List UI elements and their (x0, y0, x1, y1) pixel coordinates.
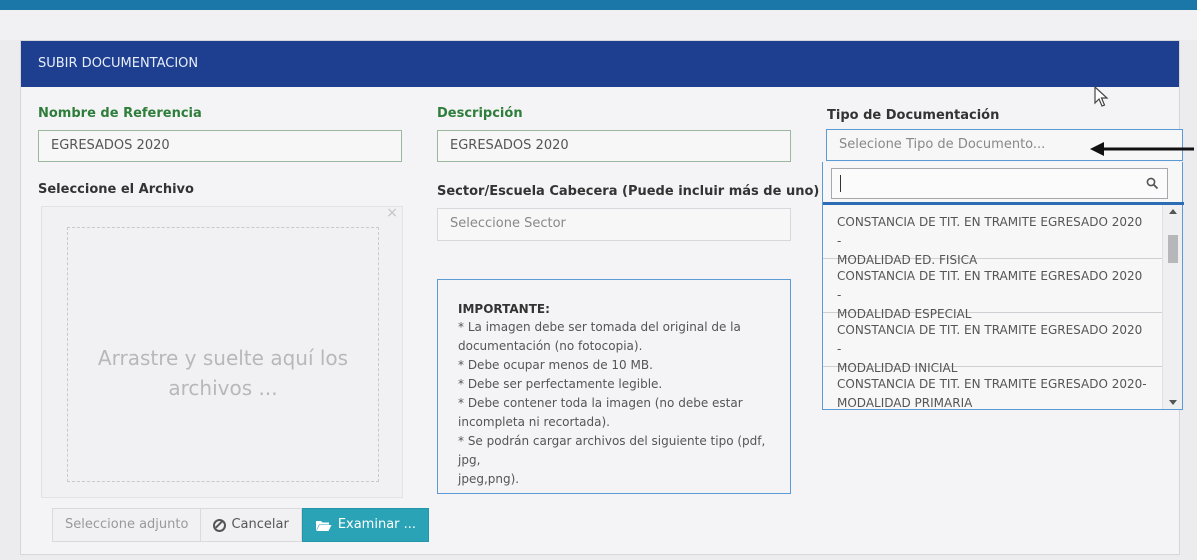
important-notice: IMPORTANTE: * La imagen debe ser tomada … (437, 279, 791, 494)
important-line: jpeg,png). (458, 472, 520, 486)
scroll-up-icon[interactable] (1169, 209, 1177, 214)
mouse-cursor-icon (1094, 86, 1109, 107)
sector-select[interactable]: Seleccione Sector (437, 208, 791, 241)
reference-label: Nombre de Referencia (38, 106, 202, 121)
option-text: CONSTANCIA DE TIT. EN TRAMITE EGRESADO 2… (837, 269, 1143, 302)
dropdown-scrollbar[interactable] (1162, 205, 1182, 409)
option-text: MODALIDAD PRIMARIA (837, 396, 973, 409)
folder-open-icon (315, 520, 332, 531)
scroll-thumb[interactable] (1168, 235, 1178, 263)
important-line: * Se podrán cargar archivos del siguient… (458, 434, 766, 467)
option-text: CONSTANCIA DE TIT. EN TRAMITE EGRESADO 2… (837, 377, 1147, 391)
important-line: * Debe ser perfectamente legible. (458, 377, 663, 391)
file-label: Seleccione el Archivo (38, 182, 194, 197)
important-line: documentación (no fotocopia). (458, 339, 643, 353)
browse-button[interactable]: Examinar ... (301, 508, 430, 542)
cancel-label: Cancelar (231, 517, 289, 532)
dropzone[interactable]: Arrastre y suelte aquí los archivos ... (67, 227, 379, 482)
dropdown-option[interactable]: CONSTANCIA DE TIT. EN TRAMITE EGRESADO 2… (823, 259, 1163, 321)
cancel-button[interactable]: Cancelar (201, 508, 302, 542)
file-input-group: Seleccione adjunto Cancelar Examinar ... (52, 508, 430, 542)
option-text: CONSTANCIA DE TIT. EN TRAMITE EGRESADO 2… (837, 323, 1143, 356)
text-caret (840, 175, 841, 192)
panel-header: SUBIR DOCUMENTACION (21, 41, 1179, 87)
important-line: * Debe ocupar menos de 10 MB. (458, 358, 653, 372)
important-line: * Debe contener toda la imagen (no debe … (458, 396, 743, 410)
browse-label: Examinar ... (337, 517, 417, 532)
important-title: IMPORTANTE: (458, 302, 550, 316)
doc-type-label: Tipo de Documentación (827, 108, 1000, 123)
important-line: incompleta ni recortada). (458, 415, 610, 429)
search-icon (1146, 177, 1159, 190)
doc-type-dropdown: CONSTANCIA DE TIT. EN TRAMITE EGRESADO 2… (822, 162, 1184, 410)
top-background (0, 10, 1197, 40)
dropdown-option[interactable]: CONSTANCIA DE TIT. EN TRAMITE EGRESADO 2… (823, 313, 1163, 375)
description-label: Descripción (437, 106, 523, 121)
top-stripe (0, 0, 1197, 10)
dropdown-option[interactable]: CONSTANCIA DE TIT. EN TRAMITE EGRESADO 2… (823, 205, 1163, 267)
sector-label: Sector/Escuela Cabecera (Puede incluir m… (437, 184, 820, 199)
annotation-arrow-icon (1090, 142, 1194, 156)
selected-file-field[interactable]: Seleccione adjunto (52, 508, 202, 542)
file-preview-area: × Arrastre y suelte aquí los archivos ..… (41, 205, 403, 498)
close-icon[interactable]: × (386, 205, 398, 221)
dropzone-text: Arrastre y suelte aquí los archivos ... (97, 346, 349, 400)
description-input[interactable]: EGRESADOS 2020 (437, 130, 791, 162)
ban-icon (213, 518, 227, 532)
scroll-down-icon[interactable] (1169, 400, 1177, 405)
important-line: * La imagen debe ser tomada del original… (458, 320, 741, 334)
dropdown-options: CONSTANCIA DE TIT. EN TRAMITE EGRESADO 2… (823, 205, 1163, 409)
dropdown-search-input[interactable] (831, 168, 1168, 199)
reference-input[interactable]: EGRESADOS 2020 (38, 130, 402, 162)
option-text: CONSTANCIA DE TIT. EN TRAMITE EGRESADO 2… (837, 215, 1143, 248)
